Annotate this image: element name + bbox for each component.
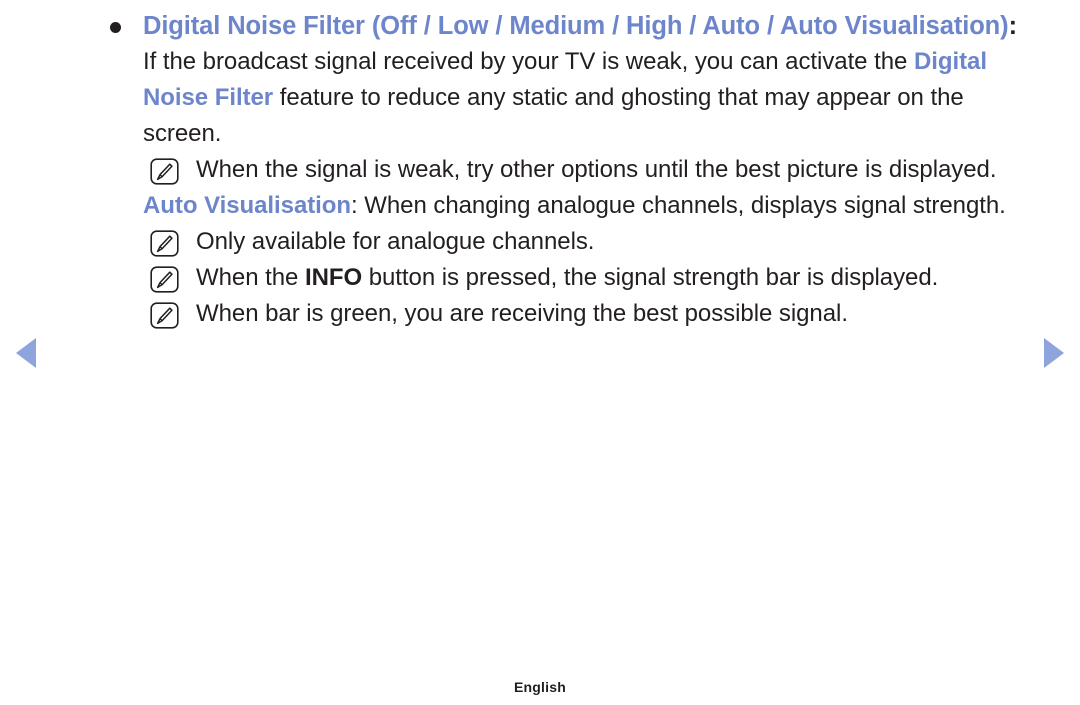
note-text: Only available for analogue channels. — [196, 228, 595, 255]
note-pencil-icon — [150, 230, 179, 257]
section-heading-row: Digital Noise Filter (Off / Low / Medium… — [100, 8, 1048, 44]
description-paragraph: If the broadcast signal received by your… — [100, 44, 1048, 152]
content-column: Digital Noise Filter (Off / Low / Medium… — [100, 8, 1048, 332]
section-heading: Digital Noise Filter (Off / Low / Medium… — [143, 8, 1048, 44]
description-line-1: If the broadcast signal received by your… — [143, 48, 908, 75]
note-pencil-icon — [150, 266, 179, 293]
note-row: Only available for analogue channels. — [100, 224, 1048, 260]
section-heading-colon: : — [1008, 12, 1018, 40]
note-text-before: When the — [196, 264, 305, 291]
note-row: When the signal is weak, try other optio… — [100, 152, 1048, 188]
note-row: When bar is green, you are receiving the… — [100, 296, 1048, 332]
note-text-after: button is pressed, the signal strength b… — [362, 264, 939, 291]
note-row: When the INFO button is pressed, the sig… — [100, 260, 1048, 296]
description-line-2-rest: feature to reduce any static and ghostin… — [273, 84, 891, 111]
auto-visualisation-text: When changing analogue channels, display… — [357, 192, 1006, 219]
note-button-name-info: INFO — [304, 264, 363, 291]
bullet-dot-icon — [110, 22, 121, 33]
footer-language-label: English — [514, 679, 566, 695]
page-root: Digital Noise Filter (Off / Low / Medium… — [0, 0, 1080, 705]
note-pencil-icon — [150, 302, 179, 329]
previous-page-arrow-icon[interactable] — [16, 338, 36, 368]
auto-visualisation-paragraph: Auto Visualisation: When changing analog… — [100, 188, 1048, 224]
note-text: When the signal is weak, try other optio… — [196, 156, 997, 183]
note-pencil-icon — [150, 158, 179, 185]
next-page-arrow-icon[interactable] — [1044, 338, 1064, 368]
inline-term-auto-visualisation: Auto Visualisation — [143, 192, 352, 219]
section-heading-text: Digital Noise Filter (Off / Low / Medium… — [143, 12, 1009, 40]
auto-visualisation-colon: : — [351, 192, 358, 219]
note-text: When bar is green, you are receiving the… — [196, 300, 848, 327]
